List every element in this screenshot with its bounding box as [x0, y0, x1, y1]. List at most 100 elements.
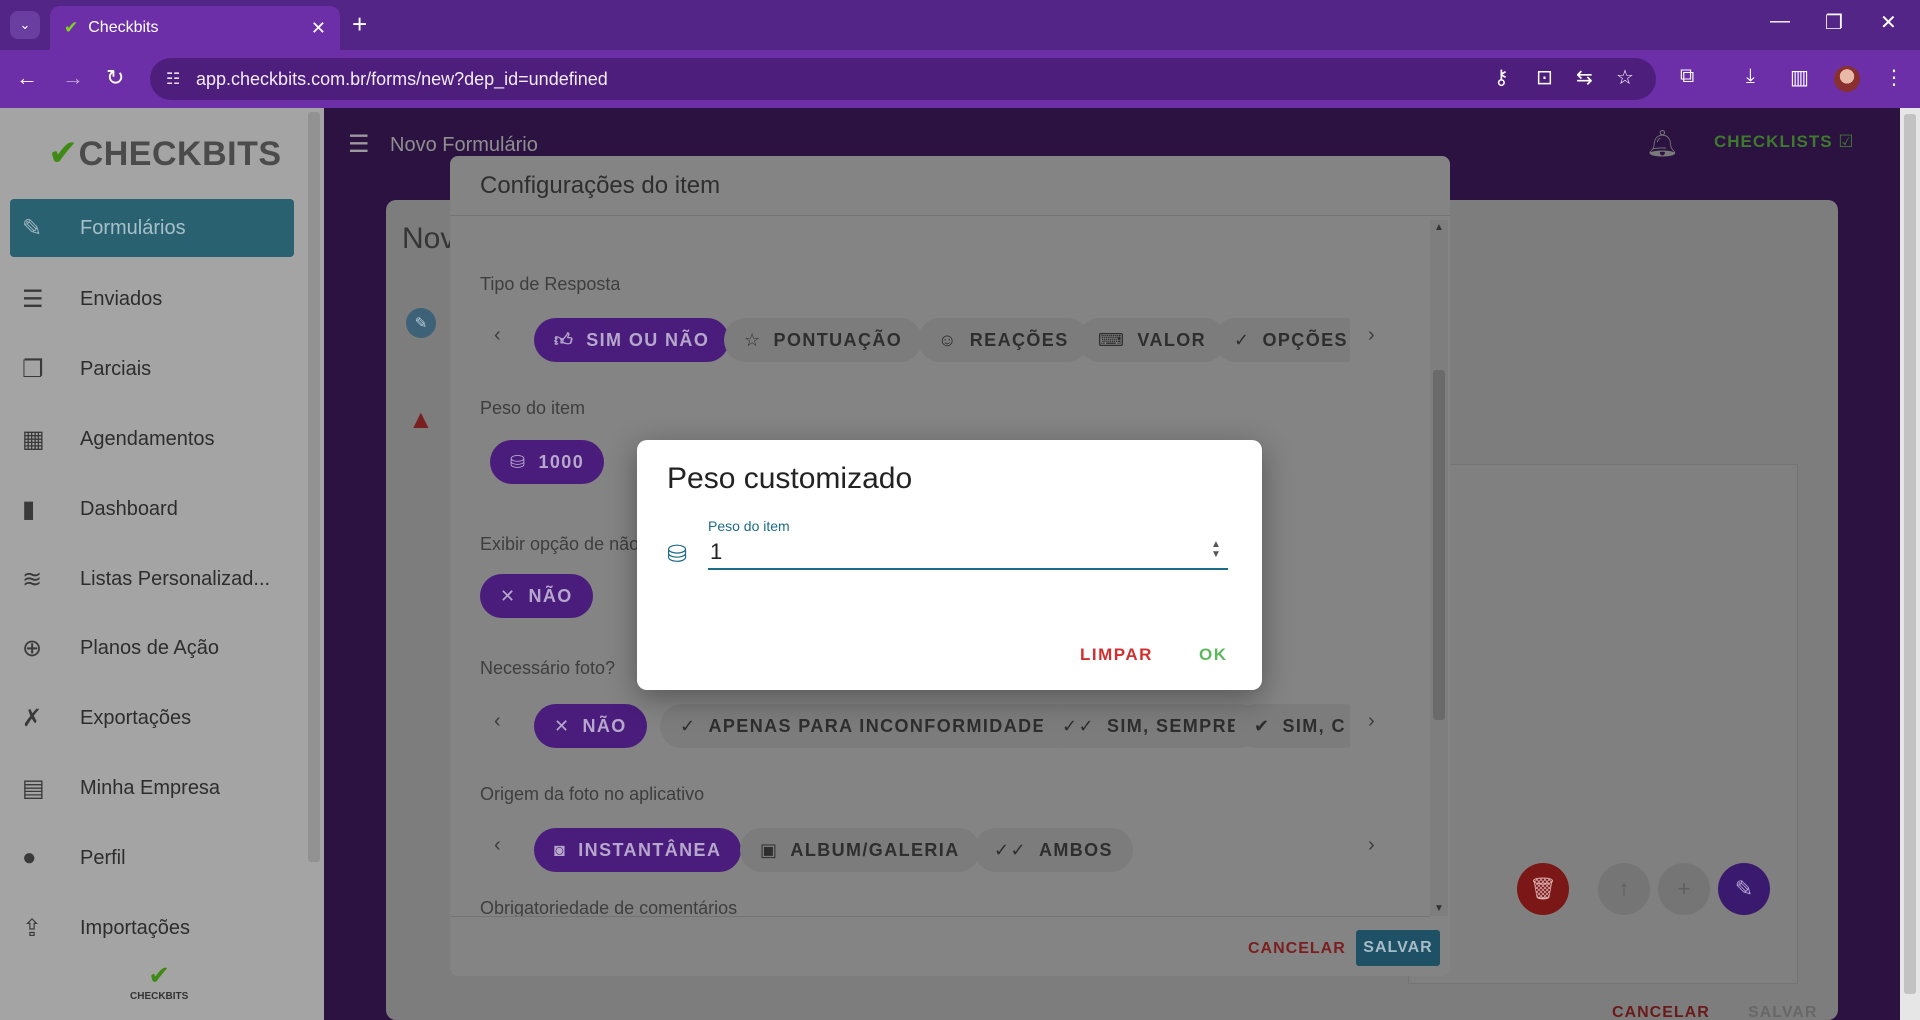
reload-icon[interactable]: ↻	[106, 65, 124, 91]
chip-opcoes[interactable]: ✓ OPÇÕES	[1214, 318, 1350, 362]
tab-search-button[interactable]: ⌄	[10, 11, 40, 39]
chip-album-galeria[interactable]: ▣ ALBUM/GALERIA	[740, 828, 980, 872]
forms-icon: ✎	[22, 214, 43, 242]
download-icon[interactable]: ⤓	[1746, 65, 1755, 88]
sidebar-item-empresa[interactable]: ▤ Minha Empresa	[10, 759, 294, 817]
modal-divider	[450, 916, 1430, 917]
sidebar-item-perfil[interactable]: ● Perfil	[10, 829, 294, 887]
chevron-left-icon[interactable]: ‹	[494, 834, 501, 857]
chevron-right-icon[interactable]: ›	[1368, 710, 1375, 733]
spin-down-icon[interactable]: ▼	[1211, 549, 1221, 560]
chevron-right-icon[interactable]: ›	[1368, 834, 1375, 857]
chip-instantanea[interactable]: ◙ INSTANTÂNEA	[534, 828, 742, 872]
sidebar-scrollbar[interactable]	[308, 112, 320, 862]
chevron-right-icon[interactable]: ›	[1368, 324, 1375, 347]
form-save-button[interactable]: SALVAR	[1748, 1004, 1817, 1020]
forward-icon[interactable]: →	[62, 65, 84, 91]
restore-icon[interactable]: ❐	[1825, 10, 1843, 35]
extensions-icon[interactable]: ⧉	[1680, 65, 1694, 88]
back-icon[interactable]: ←	[16, 65, 38, 91]
check-logo-icon: ✔	[48, 132, 79, 173]
chip-foto-nao[interactable]: ✕ NÃO	[534, 704, 647, 748]
move-up-button[interactable]: ↑	[1598, 863, 1650, 915]
browser-address-bar: ← → ↻ ☷ app.checkbits.com.br/forms/new?d…	[0, 50, 1920, 108]
check-logo-icon: ✔	[148, 960, 171, 990]
browser-tab-bar: ⌄ ✔ Checkbits ✕ + — ❐ ✕	[0, 0, 1920, 50]
chip-foto-sim-c[interactable]: ✔ SIM, C	[1234, 704, 1350, 748]
scroll-up-icon[interactable]: ▲	[1434, 222, 1444, 233]
sidebar-item-listas[interactable]: ≋ Listas Personalizad...	[10, 550, 294, 608]
chevron-left-icon[interactable]: ‹	[494, 324, 501, 347]
new-tab-button[interactable]: +	[352, 10, 367, 38]
chevron-left-icon[interactable]: ‹	[494, 710, 501, 733]
page-scrollbar[interactable]	[1900, 108, 1920, 1020]
sidebar-item-enviados[interactable]: ☰ Enviados	[10, 270, 294, 328]
scroll-down-icon[interactable]: ▼	[1434, 903, 1444, 914]
page-title: Novo Formulário	[390, 134, 538, 156]
response-type-chips: 👍︎ SIM OU NÃO ☆ PONTUAÇÃO ☺ REAÇÕES ⌨ VALOR …	[534, 316, 1350, 364]
add-item-button[interactable]: +	[1658, 863, 1710, 915]
modal-header: Configurações do item	[450, 156, 1450, 216]
sidebar-item-importacoes[interactable]: ⇪ Importações	[10, 899, 294, 957]
non-applicable-no-chip[interactable]: ✕ NÃO	[480, 574, 593, 618]
password-key-icon[interactable]: ⚷	[1494, 65, 1509, 90]
translate-icon[interactable]: ⇆	[1576, 65, 1593, 90]
close-icon[interactable]: ✕	[311, 18, 326, 39]
weight-input[interactable]	[708, 536, 1228, 570]
arrow-up-icon: ↑	[1618, 876, 1630, 901]
chip-ambos[interactable]: ✓✓ AMBOS	[974, 828, 1133, 872]
chevron-down-icon: ⌄	[19, 17, 31, 32]
chip-foto-sempre[interactable]: ✓✓ SIM, SEMPRE	[1042, 704, 1261, 748]
install-app-icon[interactable]: ⊡	[1536, 65, 1553, 90]
modal-cancel-button[interactable]: CANCELAR	[1248, 940, 1346, 958]
side-panel-icon[interactable]: ▥	[1790, 65, 1809, 90]
check-circle-icon: ✓	[1234, 329, 1251, 350]
modal-save-button[interactable]: SALVAR	[1356, 930, 1440, 966]
check-icon: ✓	[680, 715, 697, 736]
x-icon: ✕	[554, 715, 571, 736]
chip-valor[interactable]: ⌨ VALOR	[1078, 318, 1227, 362]
sidebar-footer-logo: ✔ CHECKBITS	[130, 960, 189, 1002]
chip-pontuacao[interactable]: ☆ PONTUAÇÃO	[724, 318, 923, 362]
weight-icon: ⛁	[667, 541, 688, 568]
url-field[interactable]: ☷ app.checkbits.com.br/forms/new?dep_id=…	[150, 58, 1656, 100]
sidebar-item-dashboard[interactable]: ▮ Dashboard	[10, 480, 294, 538]
sidebar-item-agendamentos[interactable]: ▦ Agendamentos	[10, 410, 294, 468]
site-info-icon[interactable]: ☷	[166, 69, 180, 89]
number-spinner[interactable]: ▲ ▼	[1211, 540, 1221, 560]
bookmark-star-icon[interactable]: ☆	[1616, 65, 1634, 90]
edit-icon[interactable]: ✎	[406, 308, 436, 338]
edit-item-button[interactable]: ✎	[1718, 863, 1770, 915]
sidebar-item-planos[interactable]: ⊕ Planos de Ação	[10, 619, 294, 677]
sidebar: ✔CHECKBITS ✎ Formulários ☰ Enviados ❐ Parci…	[0, 108, 324, 1020]
browser-menu-icon[interactable]: ⋮	[1884, 65, 1904, 90]
browser-tab[interactable]: ✔ Checkbits ✕	[50, 6, 340, 50]
weight-field-label: Peso do item	[708, 518, 790, 534]
window-close-icon[interactable]: ✕	[1880, 10, 1897, 35]
bell-icon[interactable]: 🔔︎	[1646, 128, 1679, 159]
clear-button[interactable]: LIMPAR	[1080, 645, 1153, 665]
ok-button[interactable]: OK	[1199, 645, 1228, 665]
profile-avatar[interactable]	[1834, 66, 1860, 92]
checklists-link[interactable]: CHECKLISTS ☑	[1714, 132, 1855, 152]
modal-scrollbar-thumb[interactable]	[1433, 370, 1445, 720]
camera-icon: ◙	[554, 839, 567, 860]
chip-foto-inconformidades[interactable]: ✓ APENAS PARA INCONFORMIDADES	[660, 704, 1080, 748]
page-scrollbar-thumb[interactable]	[1904, 114, 1916, 994]
x-icon: ✕	[500, 585, 517, 606]
sidebar-item-exportacoes[interactable]: ✗ Exportações	[10, 689, 294, 747]
menu-icon[interactable]: ☰	[348, 130, 370, 159]
app-logo[interactable]: ✔CHECKBITS	[48, 132, 282, 174]
delete-button[interactable]: 🗑︎	[1517, 863, 1569, 915]
minimize-icon[interactable]: —	[1770, 10, 1790, 33]
weight-chip[interactable]: ⛁ 1000	[490, 440, 605, 484]
modal-scrollbar[interactable]: ▲ ▼	[1430, 220, 1448, 916]
sidebar-item-parciais[interactable]: ❐ Parciais	[10, 340, 294, 398]
excel-icon: ✗	[22, 704, 43, 732]
warning-icon: ▲	[408, 404, 434, 434]
form-cancel-button[interactable]: CANCELAR	[1612, 1004, 1710, 1020]
chip-reacoes[interactable]: ☺ REAÇÕES	[918, 318, 1089, 362]
sidebar-item-formularios[interactable]: ✎ Formulários	[10, 199, 294, 257]
tab-title: Checkbits	[88, 19, 159, 36]
chip-sim-ou-nao[interactable]: 👍︎ SIM OU NÃO	[534, 318, 730, 362]
